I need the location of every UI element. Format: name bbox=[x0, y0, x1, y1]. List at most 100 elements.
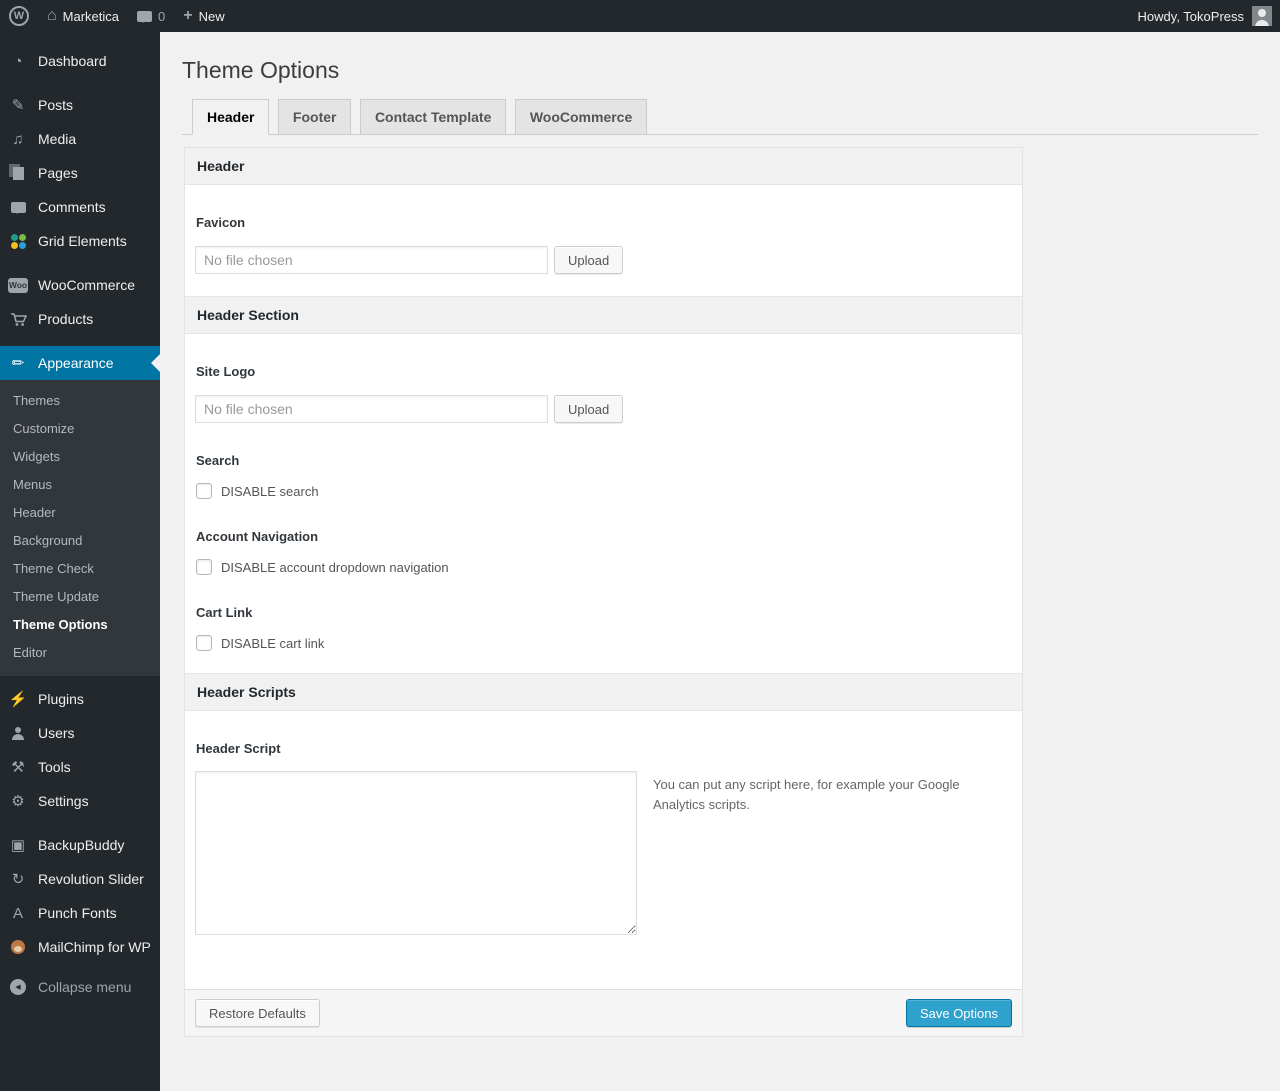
collapse-arrow-icon: ◀ bbox=[8, 979, 28, 995]
account-navigation-label: Account Navigation bbox=[196, 529, 319, 544]
dashboard-icon: ◔ bbox=[13, 52, 23, 70]
nav-tabs: Header Footer Contact Template WooCommer… bbox=[182, 99, 1258, 135]
disable-account-nav-row: DISABLE account dropdown navigation bbox=[196, 559, 1012, 575]
sidebar-item-plugins[interactable]: ⚡ Plugins bbox=[0, 682, 160, 716]
admin-bar: W ⌂ Marketica 0 + New Howdy, TokoPress bbox=[0, 0, 1280, 32]
header-script-row: You can put any script here, for example… bbox=[195, 771, 1012, 935]
wordpress-menu[interactable]: W bbox=[0, 0, 38, 32]
sidebar-item-label: Tools bbox=[38, 759, 71, 775]
submenu-item-widgets[interactable]: Widgets bbox=[0, 443, 160, 471]
woocommerce-badge-icon: Woo bbox=[8, 277, 28, 293]
admin-bar-left: W ⌂ Marketica 0 + New bbox=[0, 0, 234, 32]
sidebar-item-label: Appearance bbox=[38, 355, 114, 371]
restore-defaults-button[interactable]: Restore Defaults bbox=[195, 999, 320, 1027]
menu-separator bbox=[0, 258, 160, 268]
comments-link[interactable]: 0 bbox=[128, 0, 174, 32]
tab-woocommerce[interactable]: WooCommerce bbox=[514, 99, 648, 134]
appearance-brush-icon: ✏ bbox=[11, 354, 25, 372]
punch-fonts-icon: A bbox=[12, 904, 23, 922]
site-logo-label: Site Logo bbox=[196, 364, 256, 379]
submenu-item-header[interactable]: Header bbox=[0, 499, 160, 527]
disable-search-checkbox[interactable] bbox=[196, 483, 212, 499]
sidebar-item-media[interactable]: ♫ Media bbox=[0, 122, 160, 156]
disable-cart-link-checkbox-label: DISABLE cart link bbox=[221, 635, 325, 651]
site-logo-file-row: Upload bbox=[195, 395, 1012, 423]
media-icon: ♫ bbox=[12, 130, 24, 148]
mailchimp-icon bbox=[8, 940, 28, 954]
sidebar-item-users[interactable]: Users bbox=[0, 716, 160, 750]
favicon-upload-button[interactable]: Upload bbox=[554, 246, 624, 274]
header-section-fields: Site Logo Upload Search DISABLE search A… bbox=[185, 364, 1022, 673]
sidebar-item-appearance[interactable]: ✏ Appearance bbox=[0, 346, 160, 380]
disable-account-nav-checkbox-label: DISABLE account dropdown navigation bbox=[221, 559, 449, 575]
tools-wrench-icon: ⚒ bbox=[11, 758, 25, 776]
comments-bubble-icon bbox=[8, 201, 28, 214]
submenu-item-customize[interactable]: Customize bbox=[0, 415, 160, 443]
favicon-label: Favicon bbox=[196, 215, 246, 230]
grid-elements-icon bbox=[8, 233, 28, 249]
sidebar-item-label: Pages bbox=[38, 165, 78, 181]
tab-contact-template[interactable]: Contact Template bbox=[359, 99, 507, 134]
sidebar-item-collapse-menu[interactable]: ◀ Collapse menu bbox=[0, 970, 160, 1004]
site-name: Marketica bbox=[62, 8, 120, 24]
disable-cart-link-checkbox[interactable] bbox=[196, 635, 212, 651]
disable-search-row: DISABLE search bbox=[196, 483, 1012, 499]
header-script-textarea[interactable] bbox=[195, 771, 637, 935]
home-icon: ⌂ bbox=[47, 7, 57, 24]
plugins-icon: ⚡ bbox=[8, 690, 28, 708]
submenu-item-menus[interactable]: Menus bbox=[0, 471, 160, 499]
sidebar-item-mailchimp[interactable]: MailChimp for WP bbox=[0, 930, 160, 964]
sidebar-item-dashboard[interactable]: ◔ Dashboard bbox=[0, 44, 160, 78]
sidebar-item-products[interactable]: Products bbox=[0, 302, 160, 336]
settings-icon: ⚙ bbox=[11, 792, 25, 810]
revolution-slider-icon: ↻ bbox=[11, 870, 25, 888]
header-script-help-text: You can put any script here, for example… bbox=[653, 777, 960, 813]
sidebar-item-label: Revolution Slider bbox=[38, 871, 144, 887]
user-avatar bbox=[1252, 6, 1272, 26]
sidebar-item-posts[interactable]: ✎ Posts bbox=[0, 88, 160, 122]
disable-cart-link-row: DISABLE cart link bbox=[196, 635, 1012, 651]
sidebar-item-grid-elements[interactable]: Grid Elements bbox=[0, 224, 160, 258]
submenu-item-theme-update[interactable]: Theme Update bbox=[0, 583, 160, 611]
new-menu[interactable]: + New bbox=[174, 0, 233, 32]
account-menu[interactable]: Howdy, TokoPress bbox=[1138, 0, 1280, 32]
sidebar-item-label: Products bbox=[38, 311, 94, 327]
sidebar-item-woocommerce[interactable]: Woo WooCommerce bbox=[0, 268, 160, 302]
menu-top-padding bbox=[0, 32, 160, 44]
sidebar-item-revolution-slider[interactable]: ↻ Revolution Slider bbox=[0, 862, 160, 896]
tab-footer[interactable]: Footer bbox=[277, 99, 352, 134]
panel-action-bar: Restore Defaults Save Options bbox=[185, 989, 1022, 1036]
page-title: Theme Options bbox=[182, 57, 340, 83]
sidebar-item-label: MailChimp for WP bbox=[38, 939, 151, 955]
sidebar-item-label: Comments bbox=[38, 199, 106, 215]
tab-header[interactable]: Header bbox=[192, 99, 270, 135]
menu-separator bbox=[0, 336, 160, 346]
sidebar-item-label: BackupBuddy bbox=[38, 837, 125, 853]
sidebar-item-label: Posts bbox=[38, 97, 74, 113]
site-logo-file-input[interactable] bbox=[195, 395, 548, 423]
submenu-item-themes[interactable]: Themes bbox=[0, 387, 160, 415]
menu-separator bbox=[0, 78, 160, 88]
sidebar-item-comments[interactable]: Comments bbox=[0, 190, 160, 224]
submenu-item-background[interactable]: Background bbox=[0, 527, 160, 555]
submenu-item-editor[interactable]: Editor bbox=[0, 639, 160, 667]
favicon-file-input[interactable] bbox=[195, 246, 548, 274]
comment-count: 0 bbox=[158, 8, 166, 24]
posts-pin-icon: ✎ bbox=[11, 96, 25, 114]
sidebar-item-settings[interactable]: ⚙ Settings bbox=[0, 784, 160, 818]
cart-icon bbox=[8, 312, 28, 327]
cart-link-label: Cart Link bbox=[196, 605, 253, 620]
disable-account-nav-checkbox[interactable] bbox=[196, 559, 212, 575]
submenu-item-theme-check[interactable]: Theme Check bbox=[0, 555, 160, 583]
sidebar-item-punch-fonts[interactable]: A Punch Fonts bbox=[0, 896, 160, 930]
sidebar-item-backupbuddy[interactable]: ▣ BackupBuddy bbox=[0, 828, 160, 862]
site-name-link[interactable]: ⌂ Marketica bbox=[38, 0, 128, 32]
save-options-button[interactable]: Save Options bbox=[905, 999, 1012, 1027]
sidebar-item-label: WooCommerce bbox=[38, 277, 135, 293]
sidebar-item-pages[interactable]: Pages bbox=[0, 156, 160, 190]
sidebar-item-tools[interactable]: ⚒ Tools bbox=[0, 750, 160, 784]
sidebar-item-label: Settings bbox=[38, 793, 89, 809]
howdy-text: Howdy, TokoPress bbox=[1137, 8, 1244, 24]
submenu-item-theme-options[interactable]: Theme Options bbox=[0, 611, 160, 639]
site-logo-upload-button[interactable]: Upload bbox=[554, 395, 624, 423]
